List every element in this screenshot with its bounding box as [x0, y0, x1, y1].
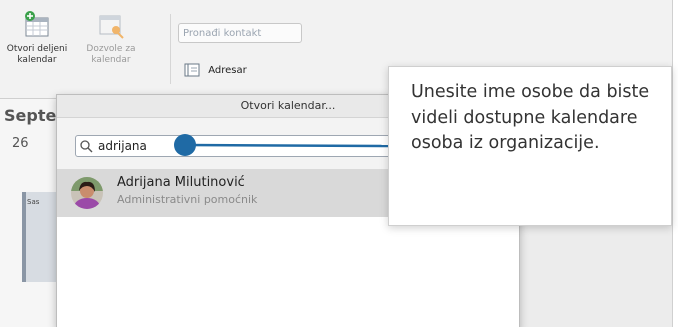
callout-pointer-dot [174, 134, 196, 156]
callout-pointer-line [184, 143, 391, 148]
instruction-callout: Unesite ime osobe da biste videli dostup… [388, 66, 672, 226]
callout-text: Unesite ime osobe da biste videli dostup… [411, 82, 650, 153]
